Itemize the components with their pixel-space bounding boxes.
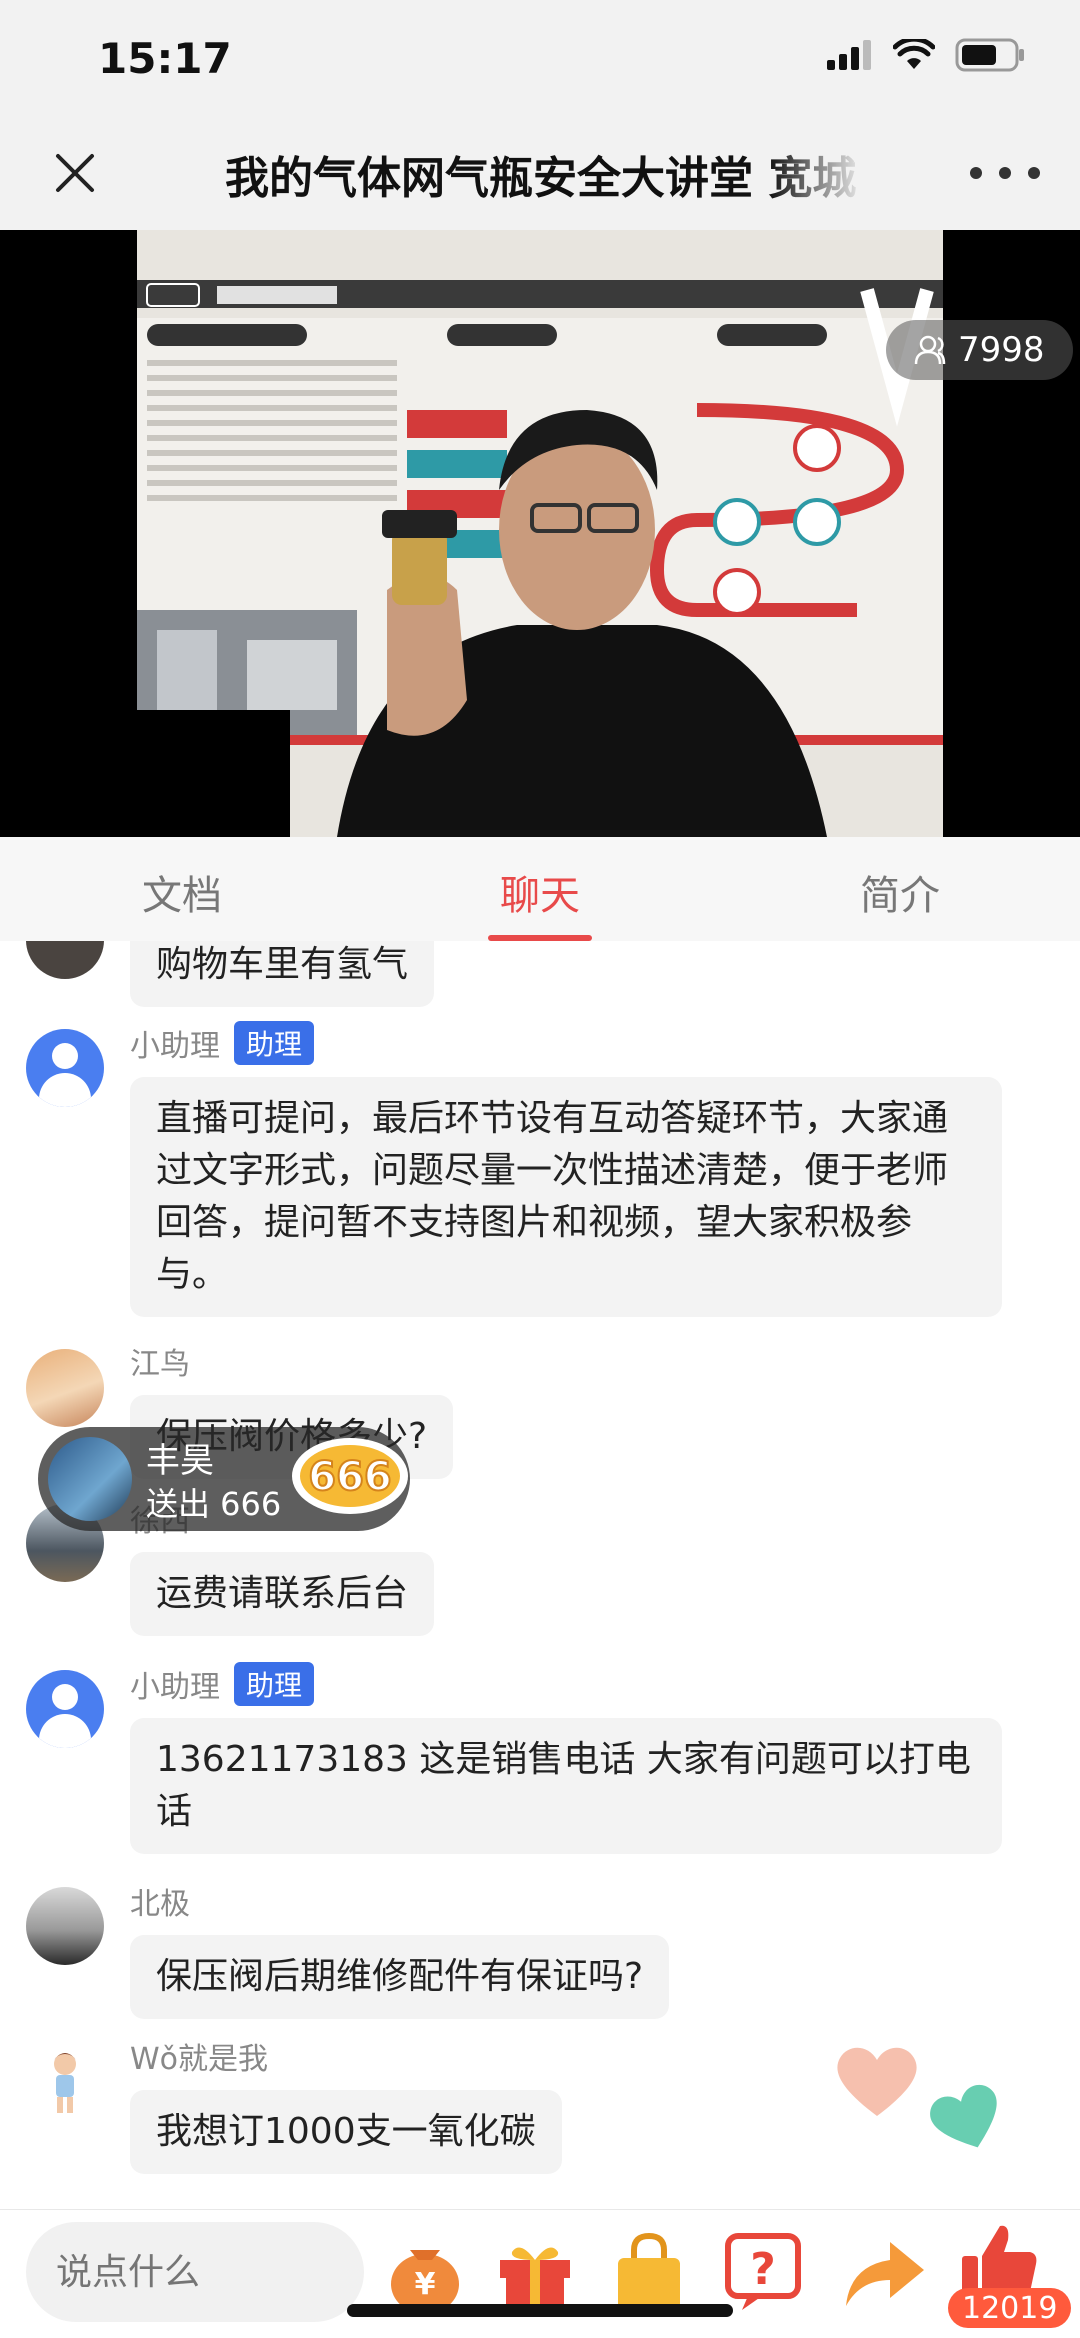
- viewer-count-badge: 7998: [886, 320, 1073, 380]
- avatar: [26, 1887, 104, 1965]
- gift-box-icon[interactable]: [490, 2226, 580, 2316]
- home-indicator: [347, 2304, 733, 2317]
- gift-666-label: 666: [308, 1454, 392, 1500]
- message-bubble: 保压阀后期维修配件有保证吗?: [130, 1935, 670, 2019]
- assistant-badge: 助理: [234, 1021, 315, 1065]
- chat-list[interactable]: 购物车里有氢气 小助理 助理 直播可提问，最后环节设有互动答疑环节，大家通过文字…: [0, 941, 1080, 2209]
- floating-heart-icon: [837, 2047, 917, 2116]
- avatar: [26, 1670, 104, 1748]
- message-username: 小助理 助理: [130, 1021, 315, 1065]
- tab-chat[interactable]: 聊天: [500, 863, 580, 921]
- viewers-icon: [914, 335, 946, 365]
- close-icon[interactable]: [50, 148, 100, 198]
- avatar: [26, 2042, 104, 2120]
- username-text: 小助理: [130, 1670, 220, 1705]
- svg-text:?: ?: [750, 2244, 776, 2295]
- more-options-icon[interactable]: [970, 158, 1040, 188]
- share-icon[interactable]: [838, 2226, 928, 2316]
- chat-input[interactable]: [26, 2222, 364, 2322]
- message-bubble: 直播可提问，最后环节设有互动答疑环节，大家通过文字形式，问题尽量一次性描述清楚，…: [130, 1077, 1002, 1317]
- username-text: 北极: [130, 1887, 190, 1922]
- cellular-signal-icon: [827, 40, 871, 70]
- wifi-icon: [893, 39, 935, 69]
- message-username: 江鸟: [130, 1339, 190, 1383]
- message-username: 小助理 助理: [130, 1662, 315, 1706]
- like-count: 12019: [948, 2288, 1072, 2328]
- avatar: [26, 1349, 104, 1427]
- assistant-badge: 助理: [234, 1662, 315, 1706]
- avatar: [26, 941, 104, 979]
- floating-heart-icon: [930, 2084, 997, 2148]
- status-icons: [827, 38, 1025, 72]
- money-bag-icon[interactable]: ¥: [380, 2226, 470, 2316]
- status-bar: 15:17: [0, 0, 1080, 118]
- avatar: [26, 1029, 104, 1107]
- gift-666-icon: 666: [292, 1438, 408, 1514]
- message-bubble: 购物车里有氢气: [130, 941, 435, 1007]
- gift-sender-name: 丰昊: [146, 1441, 214, 1481]
- video-frame: [137, 230, 943, 837]
- question-icon[interactable]: ?: [718, 2226, 808, 2316]
- battery-icon: [955, 38, 1024, 72]
- message-bubble: 我想订1000支一氧化碳: [130, 2090, 562, 2174]
- username-text: 小助理: [130, 1029, 220, 1064]
- message-username: Wǒ就是我: [130, 2034, 268, 2078]
- title-bar: 我的气体网气瓶安全大讲堂 宽城: [0, 118, 1080, 231]
- svg-text:¥: ¥: [415, 2267, 436, 2302]
- message-bubble: 运费请联系后台: [130, 1552, 435, 1636]
- page-title: 我的气体网气瓶安全大讲堂 宽城: [225, 153, 857, 204]
- message-bubble: 13621173183 这是销售电话 大家有问题可以打电话: [130, 1718, 1002, 1854]
- tab-bar: 文档 聊天 简介: [0, 837, 1080, 942]
- bottom-bar: ¥ ? 12019: [0, 2209, 1080, 2338]
- username-text: Wǒ就是我: [130, 2042, 269, 2077]
- gift-action-text: 送出 666: [146, 1485, 282, 1523]
- message-username: 北极: [130, 1879, 190, 1923]
- gift-sender-avatar: [48, 1437, 132, 1521]
- viewer-count: 7998: [958, 330, 1045, 370]
- status-time: 15:17: [98, 34, 232, 83]
- shopping-bag-icon[interactable]: [604, 2226, 694, 2316]
- username-text: 江鸟: [130, 1347, 190, 1382]
- tab-intro[interactable]: 简介: [860, 863, 940, 921]
- tab-documents[interactable]: 文档: [142, 863, 222, 921]
- live-video-player[interactable]: 7998: [0, 230, 1080, 837]
